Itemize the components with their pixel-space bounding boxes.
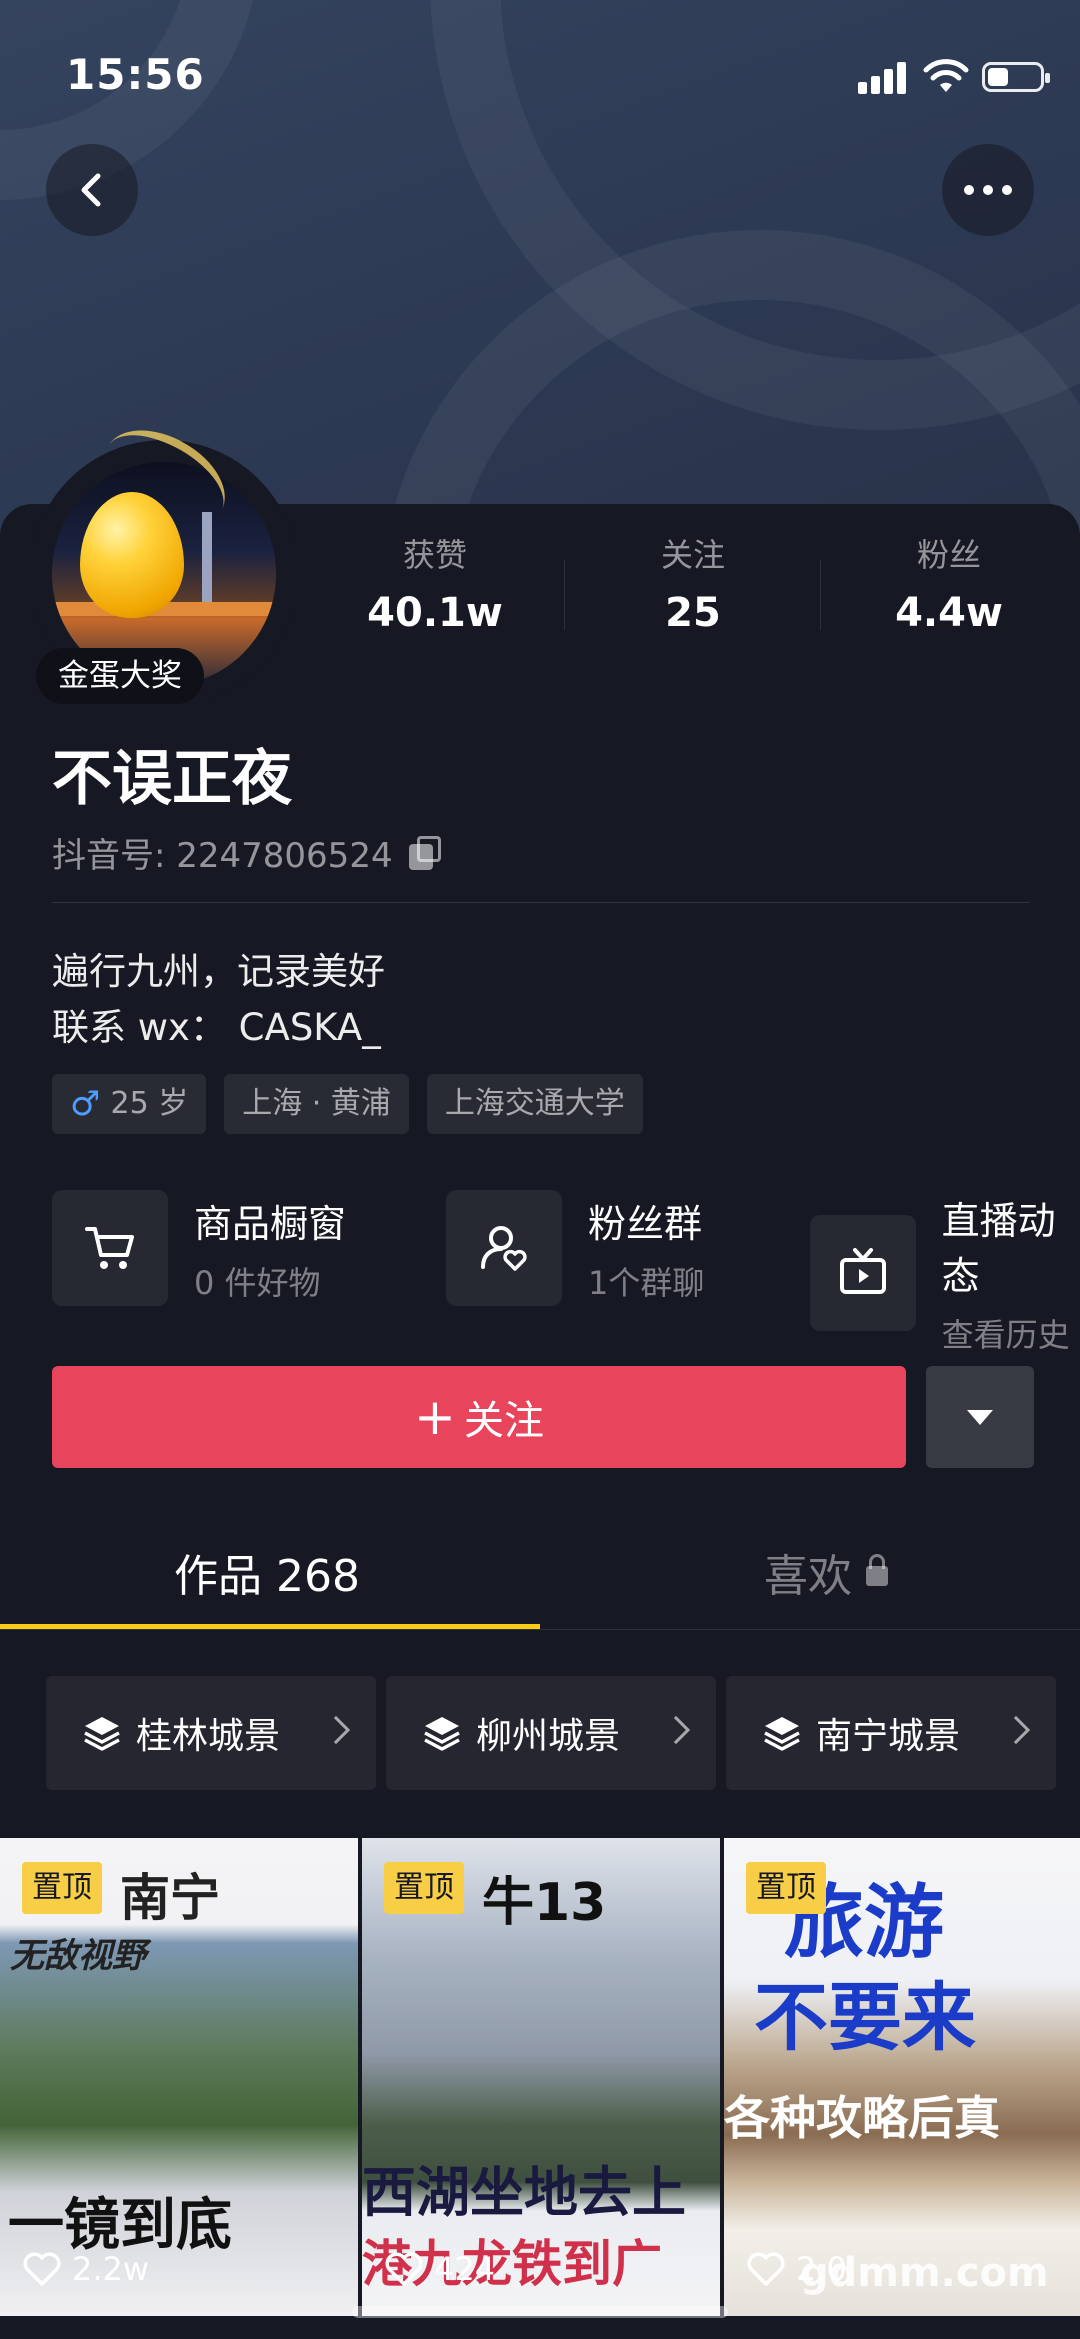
signal-icon bbox=[858, 60, 908, 94]
video-subtitle: 无敌视野 bbox=[10, 1936, 146, 1976]
lock-icon bbox=[866, 1554, 888, 1586]
feature-title: 商品橱窗 bbox=[194, 1201, 347, 1246]
feature-subtitle: 查看历史 bbox=[941, 1316, 1070, 1354]
follow-label: 关注 bbox=[463, 1398, 544, 1444]
caret-down-icon bbox=[967, 1409, 993, 1425]
divider bbox=[52, 902, 1030, 903]
chevron-left-icon bbox=[81, 173, 101, 207]
stat-value: 40.1w bbox=[367, 590, 503, 636]
collection-liuzhou[interactable]: 柳州城景 bbox=[386, 1676, 716, 1790]
stat-label: 获赞 bbox=[402, 536, 467, 574]
video-subtitle: 不要来 bbox=[754, 1975, 976, 2061]
status-time: 15:56 bbox=[66, 50, 205, 99]
stat-value: 25 bbox=[665, 590, 721, 636]
layers-icon bbox=[424, 1717, 460, 1751]
tag-age: ♂ 25 岁 bbox=[52, 1074, 207, 1134]
stat-label: 粉丝 bbox=[916, 536, 981, 574]
male-icon: ♂ bbox=[70, 1084, 101, 1124]
feature-fan-group[interactable]: 粉丝群 1个群聊 bbox=[446, 1190, 704, 1306]
douyin-id[interactable]: 抖音号: 2247806524 bbox=[52, 828, 443, 877]
feature-subtitle: 1个群聊 bbox=[588, 1263, 705, 1302]
feature-title: 粉丝群 bbox=[588, 1201, 703, 1246]
wifi-icon bbox=[923, 59, 969, 92]
award-badge[interactable]: 金蛋大奖 bbox=[36, 648, 204, 704]
chevron-right-icon bbox=[321, 1715, 351, 1745]
plus-icon: + bbox=[414, 1388, 456, 1446]
feature-title: 直播动态 bbox=[941, 1199, 1056, 1298]
profile-tags: ♂ 25 岁 上海 · 黄浦 上海交通大学 bbox=[52, 1074, 643, 1134]
stat-followers[interactable]: 粉丝 4.4w bbox=[824, 530, 1074, 636]
video-title: 南宁 bbox=[120, 1869, 220, 1927]
feature-subtitle: 0 件好物 bbox=[194, 1263, 321, 1302]
collection-nanning[interactable]: 南宁城景 bbox=[726, 1676, 1056, 1790]
battery-icon bbox=[982, 62, 1050, 92]
video-subtitle: 西湖坐地去上 bbox=[362, 2161, 686, 2224]
stat-value: 4.4w bbox=[895, 590, 1003, 636]
watermark: gdmm.com bbox=[800, 2250, 1049, 2296]
tag-school[interactable]: 上海交通大学 bbox=[426, 1074, 643, 1134]
video-title: 牛13 bbox=[482, 1873, 607, 1933]
video-thumbnail[interactable]: 南宁 无敌视野 一镜到底 置顶 2.2w bbox=[0, 1838, 358, 2316]
chevron-right-icon bbox=[661, 1715, 691, 1745]
chevron-right-icon bbox=[1001, 1715, 1031, 1745]
cart-icon bbox=[85, 1227, 134, 1269]
follow-button[interactable]: + 关注 bbox=[52, 1366, 906, 1468]
collection-name: 桂林城景 bbox=[136, 1716, 281, 1757]
fan-group-icon bbox=[481, 1226, 527, 1271]
back-button[interactable] bbox=[46, 144, 138, 236]
layers-icon bbox=[84, 1717, 120, 1751]
tag-location: 上海 · 黄浦 bbox=[224, 1074, 409, 1134]
more-button[interactable] bbox=[942, 144, 1034, 236]
status-bar: 15:56 bbox=[0, 0, 1080, 130]
tab-likes[interactable]: 喜欢 bbox=[764, 1540, 888, 1604]
stat-likes[interactable]: 获赞 40.1w bbox=[310, 530, 560, 636]
video-likes: 2.2w bbox=[22, 2250, 149, 2288]
pinned-badge: 置顶 bbox=[22, 1862, 102, 1914]
collection-guilin[interactable]: 桂林城景 bbox=[46, 1676, 376, 1790]
collection-name: 南宁城景 bbox=[816, 1716, 961, 1757]
heart-icon bbox=[747, 2252, 785, 2286]
collection-name: 柳州城景 bbox=[476, 1716, 621, 1757]
bio-line: 遍行九州，记录美好 bbox=[52, 950, 385, 993]
home-indicator bbox=[352, 2306, 728, 2318]
stat-following[interactable]: 关注 25 bbox=[568, 530, 818, 636]
feature-live[interactable]: 直播动态 查看历史 bbox=[810, 1190, 1080, 1356]
copy-icon[interactable] bbox=[408, 835, 443, 870]
profile-bio: 遍行九州，记录美好 联系 wx： CASKA_ bbox=[52, 944, 385, 1056]
douyin-id-text: 抖音号: 2247806524 bbox=[52, 836, 393, 876]
heart-icon bbox=[23, 2252, 61, 2286]
tv-icon bbox=[839, 1248, 886, 1294]
heart-icon bbox=[385, 2252, 423, 2286]
pinned-badge: 置顶 bbox=[384, 1862, 464, 1914]
video-thumbnail[interactable]: 旅游 不要来 各种攻略后真 置顶 2.0 bbox=[724, 1838, 1080, 2316]
feature-shop-window[interactable]: 商品橱窗 0 件好物 bbox=[52, 1190, 346, 1306]
recommend-dropdown-button[interactable] bbox=[926, 1366, 1034, 1468]
bio-line: 联系 wx： CASKA_ bbox=[52, 1006, 381, 1049]
more-dots-icon bbox=[964, 185, 1012, 195]
layers-icon bbox=[764, 1717, 800, 1751]
pinned-badge: 置顶 bbox=[746, 1862, 826, 1914]
video-caption: 各种攻略后真 bbox=[724, 2091, 1000, 2145]
stat-label: 关注 bbox=[660, 536, 725, 574]
video-likes: 424 bbox=[384, 2250, 495, 2288]
tab-works[interactable]: 作品 268 bbox=[174, 1540, 360, 1604]
profile-nickname: 不误正夜 bbox=[52, 744, 292, 814]
video-thumbnail[interactable]: 牛13 西湖坐地去上 港九龙铁到广 置顶 424 bbox=[362, 1838, 720, 2316]
video-caption: 一镜到底 bbox=[8, 2193, 232, 2258]
